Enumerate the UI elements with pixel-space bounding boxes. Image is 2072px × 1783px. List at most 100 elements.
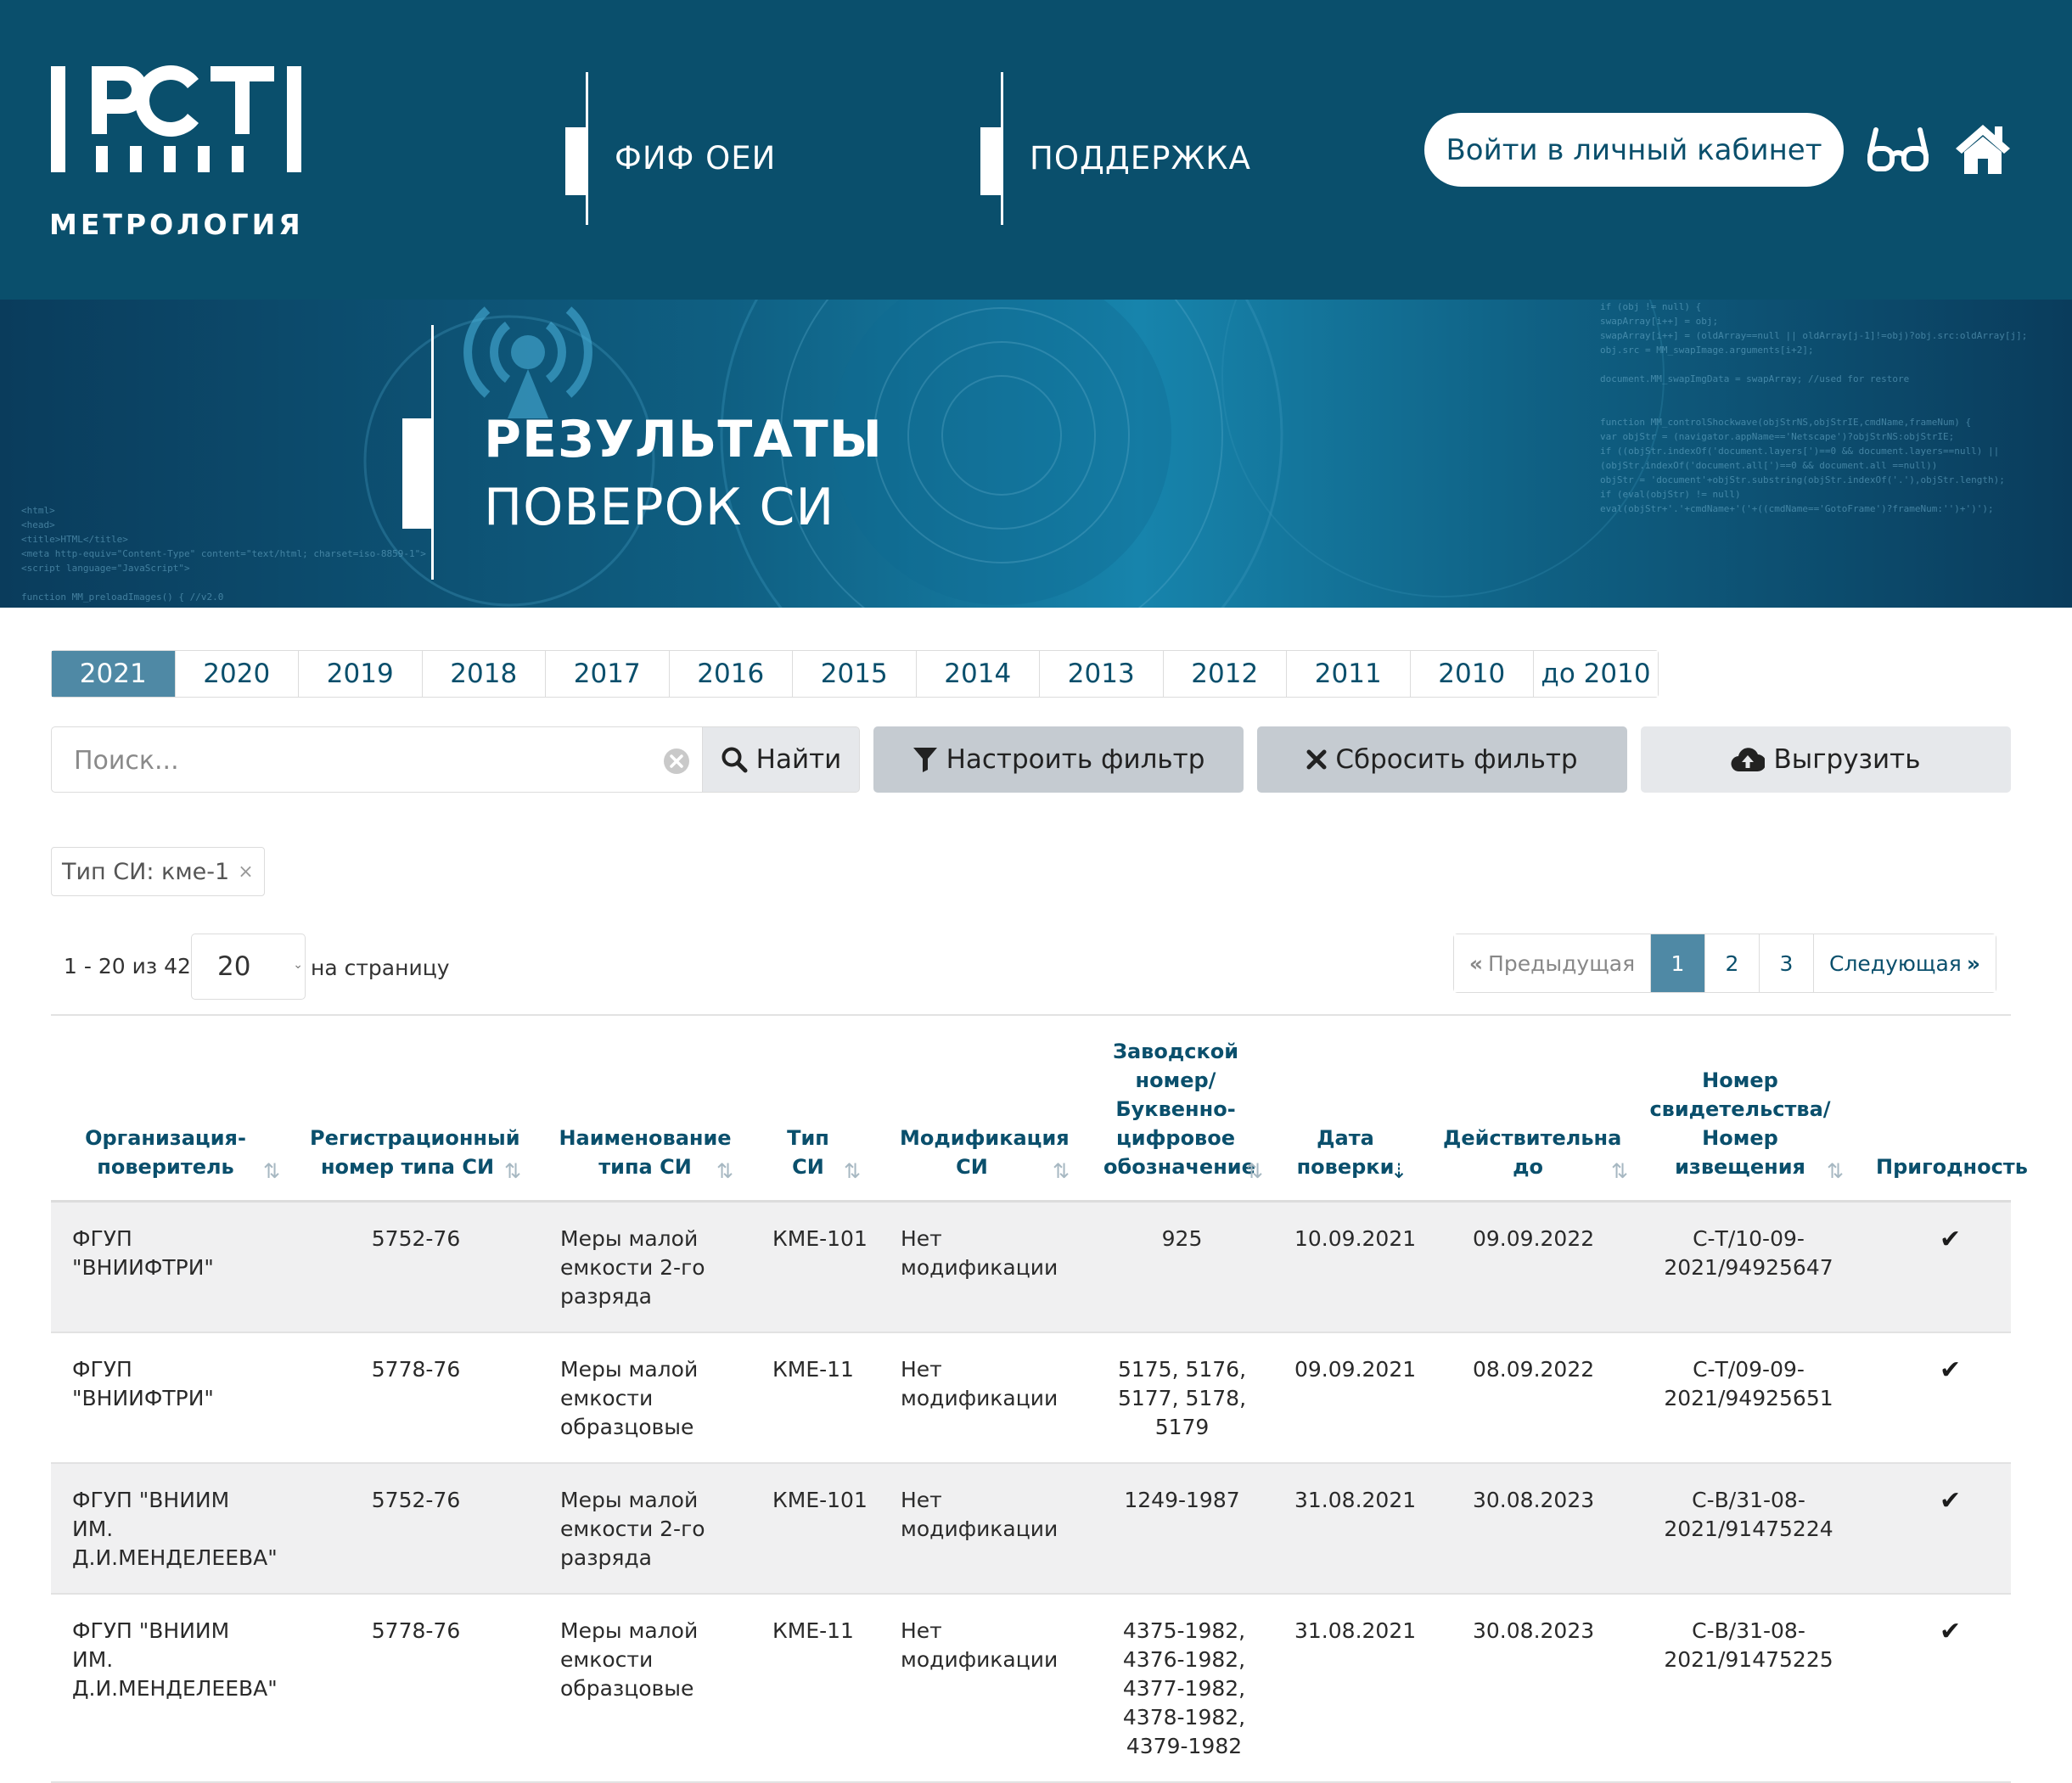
col-header-serial[interactable]: Заводской номер/ Буквенно-цифровое обозн…: [1103, 1037, 1255, 1181]
search-input[interactable]: [74, 744, 651, 777]
chevron-down-icon: ⌄: [293, 958, 303, 972]
cell-type: КМЕ-101: [772, 1226, 868, 1251]
col-header-valid-until[interactable]: Действительна до: [1443, 1124, 1621, 1181]
sort-icon[interactable]: ⇅: [716, 1159, 733, 1183]
tab-year-2014[interactable]: 2014: [916, 651, 1040, 697]
col-header-type[interactable]: Тип СИ: [774, 1124, 842, 1181]
table-row[interactable]: ФГУП "ВНИИМ ИМ. Д.И.МЕНДЕЛЕЕВА" 5752-76 …: [51, 1464, 2011, 1595]
tab-year-2015[interactable]: 2015: [793, 651, 917, 697]
sort-icon[interactable]: ⇅: [1246, 1159, 1263, 1183]
tab-year-2021[interactable]: 2021: [52, 651, 176, 697]
nav-marker: [980, 127, 1001, 195]
cell-reg-number: 5752-76: [371, 1488, 461, 1512]
cell-date: 31.08.2021: [1294, 1488, 1417, 1512]
next-page-label: Следующая: [1828, 950, 1962, 976]
nav-marker: [565, 127, 586, 195]
nav-label[interactable]: ПОДДЕРЖКА: [1030, 140, 1251, 177]
col-header-reg-number[interactable]: Регистрационный номер типа СИ: [310, 1124, 520, 1181]
banner-marker: [402, 418, 433, 529]
cell-type: КМЕ-101: [772, 1488, 868, 1512]
export-button[interactable]: Выгрузить: [1641, 726, 2011, 793]
sort-icon[interactable]: ⇅: [844, 1159, 861, 1183]
next-page-button[interactable]: Следующая »: [1814, 934, 1996, 992]
col-header-cert[interactable]: Номер свидетельства/ Номер извещения: [1647, 1066, 1833, 1181]
remove-filter-icon[interactable]: ×: [238, 861, 253, 883]
sort-icon[interactable]: ⇅: [263, 1159, 280, 1183]
cell-type: КМЕ-11: [772, 1357, 854, 1382]
tab-year-2018[interactable]: 2018: [422, 651, 546, 697]
search-icon: [722, 747, 748, 773]
sort-icon[interactable]: ⇅: [1611, 1159, 1628, 1183]
page-banner: if (obj != null) { swapArray[i++] = obj;…: [0, 300, 2072, 608]
find-button[interactable]: Найти: [702, 726, 860, 793]
col-header-modification[interactable]: Модификация СИ: [900, 1124, 1070, 1181]
check-icon: ✔: [1940, 1225, 1962, 1254]
check-icon: ✔: [1940, 1355, 1962, 1385]
cell-type-name: Меры малой емкости образцовые: [560, 1618, 699, 1701]
clear-search-icon[interactable]: [663, 748, 690, 775]
cell-date: 09.09.2021: [1294, 1357, 1417, 1382]
site-header: МЕТРОЛОГИЯ ФИФ ОЕИ ПОДДЕРЖКА Войти в лич…: [0, 0, 2072, 300]
filter-icon: [912, 748, 937, 772]
double-chevron-right-icon: »: [1966, 950, 1980, 976]
prev-page-label: Предыдущая: [1488, 950, 1636, 976]
code-decoration: if (obj != null) { swapArray[i++] = obj;…: [1600, 301, 2028, 514]
filter-chip-label: Тип СИ: кме-1: [62, 858, 230, 885]
table-header: Организация-поверитель ⇅ Регистрационный…: [51, 1016, 2028, 1203]
tab-year-2020[interactable]: 2020: [175, 651, 299, 697]
pagination: « Предыдущая 1 2 3 Следующая »: [1453, 934, 1996, 993]
tab-year-before-2010[interactable]: до 2010: [1534, 651, 1658, 697]
tab-year-2010[interactable]: 2010: [1410, 651, 1534, 697]
sort-icon[interactable]: ⇅: [1053, 1159, 1070, 1183]
cell-cert[interactable]: С-В/31-08-2021/91475224: [1664, 1486, 1833, 1544]
cell-cert[interactable]: С-Т/09-09-2021/94925651: [1664, 1355, 1833, 1413]
cell-date: 31.08.2021: [1294, 1618, 1417, 1643]
sort-icon[interactable]: ⇅: [504, 1159, 521, 1183]
cell-modification: Нет модификации: [901, 1488, 1058, 1541]
cell-cert[interactable]: С-Т/10-09-2021/94925647: [1664, 1225, 1833, 1282]
close-icon: [1306, 749, 1327, 770]
cell-cert[interactable]: С-В/31-08-2021/91475225: [1664, 1617, 1833, 1674]
cell-serial: 1249-1987: [1124, 1488, 1240, 1512]
reset-filter-button[interactable]: Сбросить фильтр: [1257, 726, 1627, 793]
results-range: 1 - 20 из 42: [64, 954, 191, 978]
sort-desc-icon[interactable]: ⇣: [1390, 1159, 1407, 1183]
per-page-select[interactable]: 20 ⌄: [191, 934, 306, 1000]
tab-year-2016[interactable]: 2016: [669, 651, 793, 697]
cell-valid-until: 08.09.2022: [1473, 1357, 1595, 1382]
sort-icon[interactable]: ⇅: [1827, 1159, 1844, 1183]
page-subtitle: ПОВЕРОК СИ: [484, 478, 835, 537]
col-header-date[interactable]: Дата поверки: [1294, 1124, 1396, 1181]
login-button[interactable]: Войти в личный кабинет: [1424, 113, 1844, 187]
tab-year-2012[interactable]: 2012: [1163, 651, 1287, 697]
per-page-value: 20: [217, 951, 251, 982]
code-decoration: <html> <head> <title>HTML</title> <meta …: [21, 505, 426, 603]
cell-modification: Нет модификации: [901, 1618, 1058, 1672]
configure-filter-button[interactable]: Настроить фильтр: [873, 726, 1244, 793]
tab-year-2017[interactable]: 2017: [546, 651, 670, 697]
home-icon[interactable]: [1954, 121, 2012, 176]
prev-page-button[interactable]: « Предыдущая: [1454, 934, 1651, 992]
col-header-org[interactable]: Организация-поверитель: [81, 1124, 250, 1181]
cell-type-name: Меры малой емкости 2-го разряда: [560, 1488, 705, 1570]
table-row[interactable]: ФГУП "ВНИИФТРИ" 5778-76 Меры малой емкос…: [51, 1333, 2011, 1464]
glasses-icon[interactable]: [1867, 123, 1929, 174]
nav-label[interactable]: ФИФ ОЕИ: [615, 140, 776, 177]
page-1-button[interactable]: 1: [1651, 934, 1705, 992]
check-icon: ✔: [1940, 1617, 1962, 1646]
cell-date: 10.09.2021: [1294, 1226, 1417, 1251]
col-header-type-name[interactable]: Наименование типа СИ: [552, 1124, 738, 1181]
page-2-button[interactable]: 2: [1705, 934, 1760, 992]
find-label: Найти: [755, 744, 842, 775]
tab-year-2019[interactable]: 2019: [299, 651, 423, 697]
check-icon: ✔: [1940, 1486, 1962, 1516]
double-chevron-left-icon: «: [1468, 950, 1484, 976]
tab-year-2013[interactable]: 2013: [1040, 651, 1164, 697]
page-title: РЕЗУЛЬТАТЫ: [484, 410, 883, 469]
table-row[interactable]: ФГУП "ВНИИМ ИМ. Д.И.МЕНДЕЛЕЕВА" 5778-76 …: [51, 1595, 2011, 1783]
page-3-button[interactable]: 3: [1760, 934, 1814, 992]
table-row[interactable]: ФГУП "ВНИИФТРИ" 5752-76 Меры малой емкос…: [51, 1203, 2011, 1333]
cell-valid-until: 09.09.2022: [1473, 1226, 1595, 1251]
tab-year-2011[interactable]: 2011: [1287, 651, 1411, 697]
cell-org: ФГУП "ВНИИМ ИМ. Д.И.МЕНДЕЛЕЕВА": [72, 1488, 278, 1570]
